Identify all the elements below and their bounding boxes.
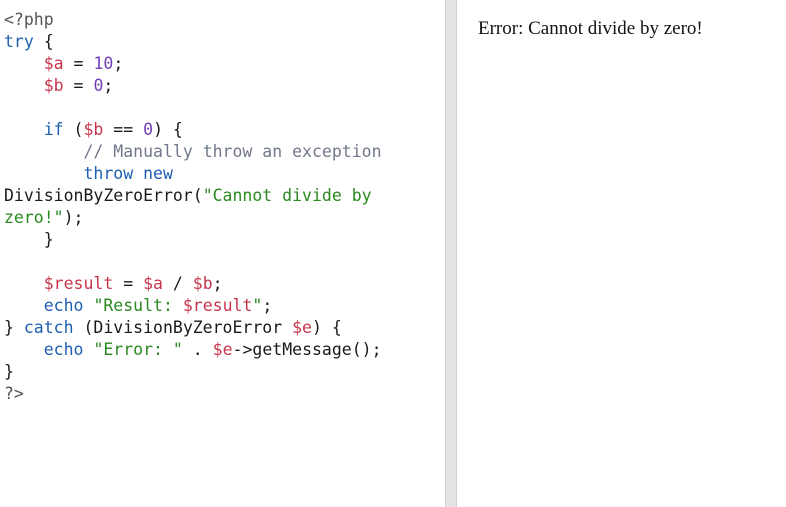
code-token: throw xyxy=(83,164,134,183)
code-line: // Manually throw an exception xyxy=(4,141,440,163)
code-token: ; xyxy=(212,274,223,293)
code-token: if xyxy=(43,120,64,139)
code-line: $a = 10; xyxy=(4,53,440,75)
code-line: } xyxy=(4,361,440,383)
code-token: catch xyxy=(23,318,74,337)
code-line: ?> xyxy=(4,383,440,405)
code-token: ) { xyxy=(311,318,342,337)
code-token: $b xyxy=(83,120,104,139)
code-token: ; xyxy=(262,296,273,315)
code-token: // Manually throw an exception xyxy=(83,142,382,161)
code-token: $e xyxy=(292,318,312,337)
code-token: $a xyxy=(43,54,64,73)
code-token: = xyxy=(113,274,144,293)
code-token: ( xyxy=(63,120,84,139)
code-token: } xyxy=(4,318,24,337)
code-line: } xyxy=(4,229,440,251)
pane-resize-handle[interactable] xyxy=(445,0,457,507)
code-token: <?php xyxy=(4,10,54,29)
code-editor[interactable]: <?php try { $a = 10; $b = 0; if ($b == 0)… xyxy=(4,9,440,405)
code-token: = xyxy=(63,76,94,95)
code-token: ) { xyxy=(153,120,183,139)
code-token: try xyxy=(4,32,34,51)
code-line: <?php xyxy=(4,9,440,31)
code-token: { xyxy=(33,32,54,51)
code-token: ); xyxy=(63,208,84,227)
code-token: (DivisionByZeroError xyxy=(73,318,293,337)
code-token: 0 xyxy=(143,120,154,139)
code-token: new xyxy=(143,164,173,183)
code-token: echo xyxy=(43,296,84,315)
code-editor-pane[interactable]: <?php try { $a = 10; $b = 0; if ($b == 0)… xyxy=(0,0,444,507)
code-token: echo xyxy=(43,340,84,359)
code-line: zero!"); xyxy=(4,207,440,229)
code-token: zero!" xyxy=(4,208,64,227)
code-token: " xyxy=(252,296,263,315)
code-token: "Result: xyxy=(93,296,183,315)
code-token: $result xyxy=(43,274,114,293)
code-line: echo "Error: " . $e->getMessage(); xyxy=(4,339,440,361)
code-token: ; xyxy=(103,76,114,95)
code-token: DivisionByZeroError( xyxy=(4,186,203,205)
code-line: throw new xyxy=(4,163,440,185)
code-token: $e xyxy=(212,340,233,359)
code-token: $b xyxy=(43,76,64,95)
code-line: $result = $a / $b; xyxy=(4,273,440,295)
code-token: $a xyxy=(143,274,163,293)
code-token: } xyxy=(4,230,54,249)
code-line: $b = 0; xyxy=(4,75,440,97)
code-token: ->getMessage(); xyxy=(232,340,382,359)
code-token: = xyxy=(63,54,94,73)
code-token: 10 xyxy=(93,54,114,73)
code-token: "Cannot divide by xyxy=(202,186,372,205)
playground-window: <?php try { $a = 10; $b = 0; if ($b == 0)… xyxy=(0,0,786,507)
code-token: $result xyxy=(182,296,253,315)
code-line: echo "Result: $result"; xyxy=(4,295,440,317)
code-token: ?> xyxy=(4,384,24,403)
code-token: == xyxy=(103,120,144,139)
code-token: "Error: " xyxy=(93,340,183,359)
code-token: $b xyxy=(192,274,213,293)
code-line: if ($b == 0) { xyxy=(4,119,440,141)
code-token: } xyxy=(4,362,14,381)
output-message: Error: Cannot divide by zero! xyxy=(478,18,703,39)
code-line: DivisionByZeroError("Cannot divide by xyxy=(4,185,440,207)
code-line: try { xyxy=(4,31,440,53)
code-token: 0 xyxy=(93,76,104,95)
code-token: . xyxy=(182,340,213,359)
output-pane: Error: Cannot divide by zero! xyxy=(457,0,786,507)
code-token: ; xyxy=(113,54,124,73)
code-token: / xyxy=(162,274,193,293)
code-line: } catch (DivisionByZeroError $e) { xyxy=(4,317,440,339)
